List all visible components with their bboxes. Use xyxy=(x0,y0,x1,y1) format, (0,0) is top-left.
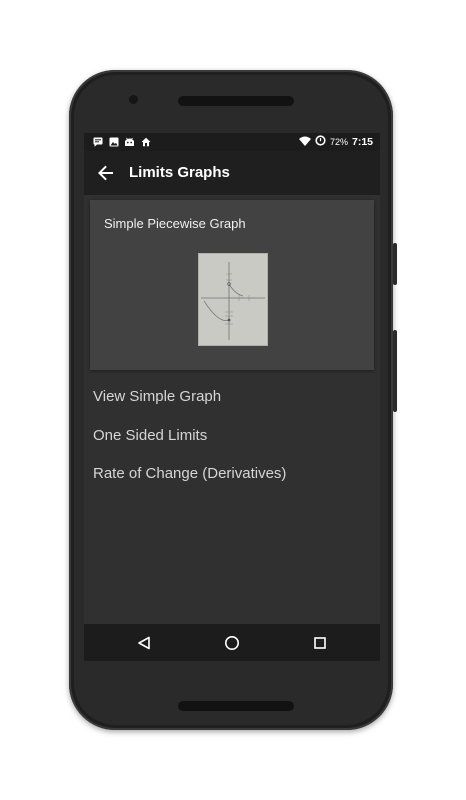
power-button xyxy=(393,243,397,285)
status-bar: 72% 7:15 xyxy=(84,133,380,151)
screen: 72% 7:15 Limits Graphs Simple Piecewise … xyxy=(84,133,380,661)
volume-button xyxy=(393,330,397,412)
menu-item-rate-of-change[interactable]: Rate of Change (Derivatives) xyxy=(93,465,286,482)
page-title: Limits Graphs xyxy=(129,164,230,181)
recents-square-icon[interactable] xyxy=(310,633,330,653)
navigation-bar xyxy=(84,624,380,661)
card-title: Simple Piecewise Graph xyxy=(104,216,246,231)
graph-card[interactable]: Simple Piecewise Graph xyxy=(90,200,374,370)
top-speaker xyxy=(178,96,294,106)
clock: 7:15 xyxy=(351,136,373,148)
notification-icons xyxy=(92,136,151,147)
battery-percent: 72% xyxy=(329,137,348,147)
wifi-icon xyxy=(298,136,311,149)
data-saver-icon xyxy=(315,135,326,149)
image-icon xyxy=(108,136,119,147)
graph-thumbnail[interactable] xyxy=(198,253,268,346)
android-icon xyxy=(124,136,135,147)
home-icon xyxy=(140,136,151,147)
app-bar: Limits Graphs xyxy=(84,151,380,195)
message-icon xyxy=(92,136,103,147)
bottom-speaker xyxy=(178,701,294,711)
arrow-back-icon[interactable] xyxy=(94,161,118,185)
back-triangle-icon[interactable] xyxy=(134,633,154,653)
menu-item-view-simple-graph[interactable]: View Simple Graph xyxy=(93,388,221,405)
front-camera xyxy=(129,95,138,104)
status-indicators: 72% 7:15 xyxy=(298,135,373,149)
home-circle-icon[interactable] xyxy=(222,633,242,653)
menu-item-one-sided-limits[interactable]: One Sided Limits xyxy=(93,427,207,444)
